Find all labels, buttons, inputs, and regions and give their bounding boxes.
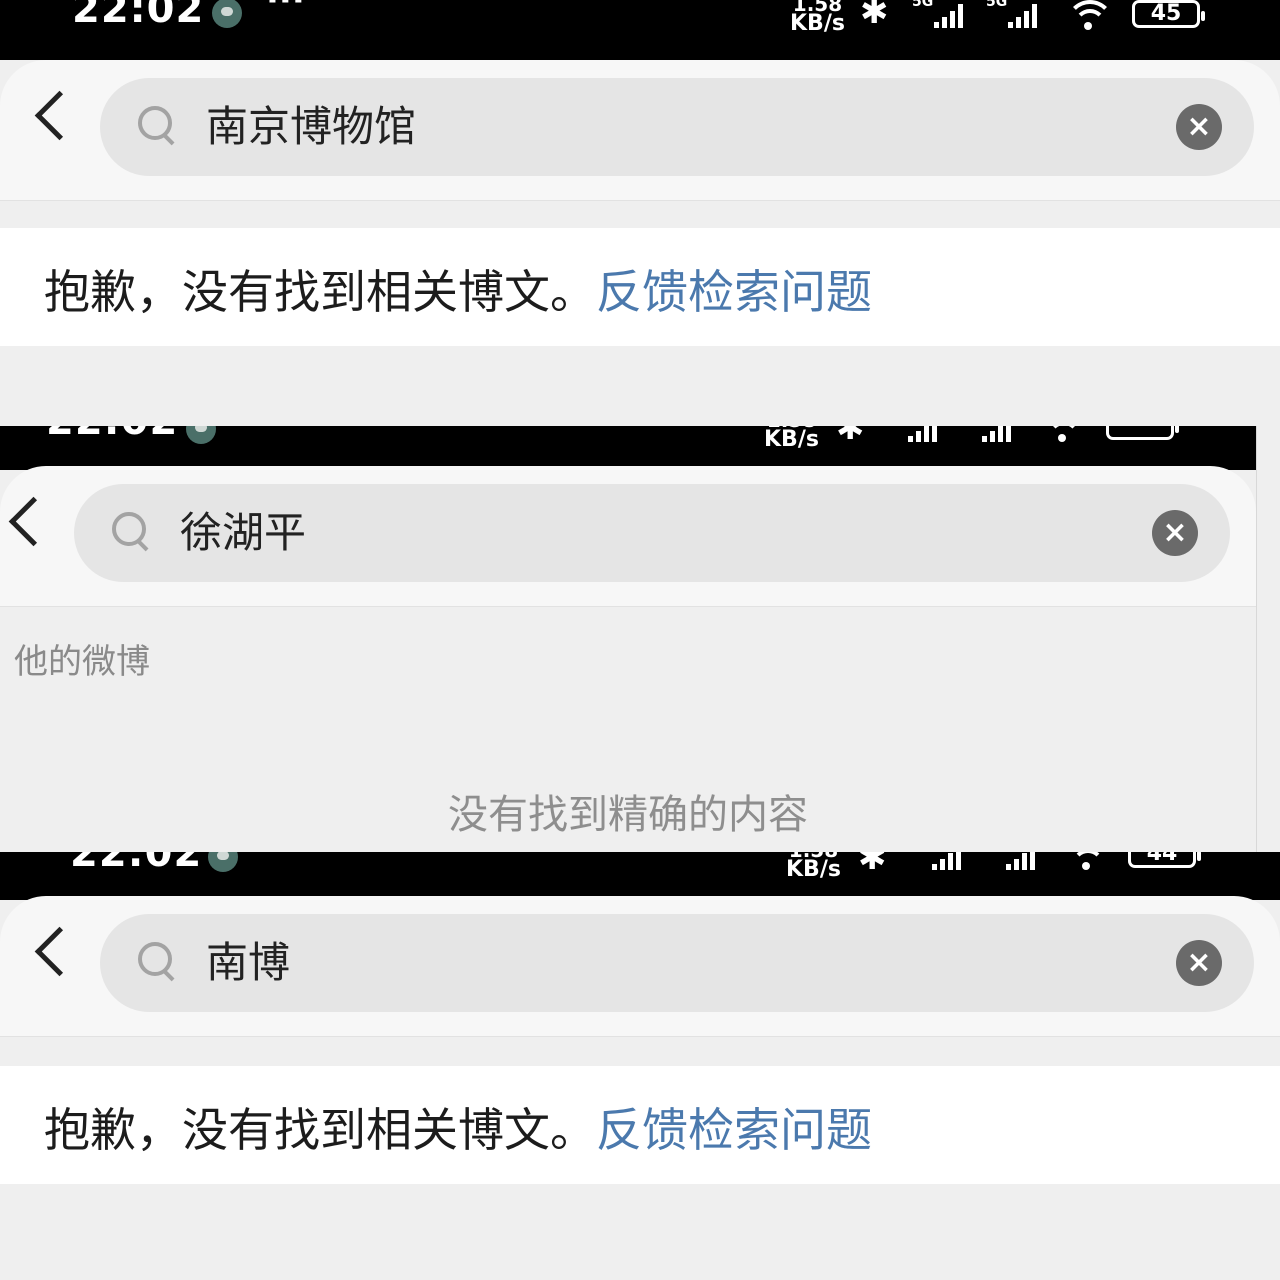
- clear-icon[interactable]: ×: [1176, 104, 1222, 150]
- search-header: 南博 ×: [0, 896, 1280, 1037]
- status-time: 22:02: [70, 852, 203, 876]
- section-label: 他的微博: [14, 642, 150, 682]
- status-bar: 22:02 1.58 KB/s ✱: [0, 426, 1256, 470]
- screenshot-panel-3: 22:02 1.58 KB/s ✱ 44 南博 × 抱歉，没有找到相关博文。反馈…: [0, 852, 1280, 1280]
- feedback-link[interactable]: 反馈检索问题: [596, 265, 872, 319]
- network-speed: 1.58 KB/s: [764, 426, 819, 452]
- chevron-left-icon[interactable]: [34, 926, 85, 977]
- no-results-text: 抱歉，没有找到相关博文。: [44, 1103, 596, 1157]
- status-time: 22:02: [72, 0, 205, 32]
- search-query[interactable]: 南京博物馆: [206, 100, 416, 154]
- signal-icon: 5G: [986, 0, 1044, 30]
- feedback-link[interactable]: 反馈检索问题: [596, 1103, 872, 1157]
- app-notification-icon: [212, 0, 242, 28]
- wifi-icon: [1064, 852, 1112, 876]
- clear-icon[interactable]: ×: [1176, 940, 1222, 986]
- search-input[interactable]: 南博 ×: [100, 914, 1254, 1012]
- empty-state-text: 没有找到精确的内容: [448, 792, 808, 838]
- battery-icon: 45: [1132, 0, 1205, 28]
- search-input[interactable]: 南京博物馆 ×: [100, 78, 1254, 176]
- wifi-icon: [1040, 426, 1088, 448]
- bluetooth-icon: ✱: [836, 426, 865, 448]
- clear-icon[interactable]: ×: [1152, 510, 1198, 556]
- network-speed: 1.58 KB/s: [786, 852, 841, 882]
- battery-icon: 44: [1128, 852, 1201, 868]
- signal-icon: [960, 426, 1018, 444]
- screenshot-panel-1: 22:02 ··· 1.58 KB/s ✱ 5G 5G 45 南京博物馆 × 抱…: [0, 0, 1280, 426]
- search-icon: [138, 942, 172, 976]
- signal-icon: 5G: [912, 0, 970, 30]
- search-query[interactable]: 南博: [206, 936, 290, 990]
- search-header: 南京博物馆 ×: [0, 60, 1280, 201]
- no-results-notice: 抱歉，没有找到相关博文。反馈检索问题: [0, 228, 1280, 346]
- search-input[interactable]: 徐湖平 ×: [74, 484, 1230, 582]
- more-notifications-icon: ···: [266, 0, 305, 20]
- bluetooth-icon: ✱: [858, 852, 887, 878]
- search-icon: [112, 512, 146, 546]
- bluetooth-icon: ✱: [860, 0, 889, 32]
- app-notification-icon: [208, 852, 238, 872]
- signal-icon: [984, 852, 1042, 872]
- status-bar: 22:02 1.58 KB/s ✱ 44: [0, 852, 1280, 900]
- no-results-notice: 抱歉，没有找到相关博文。反馈检索问题: [0, 1066, 1280, 1184]
- search-icon: [138, 106, 172, 140]
- no-results-text: 抱歉，没有找到相关博文。: [44, 265, 596, 319]
- search-header: 徐湖平 ×: [0, 466, 1256, 607]
- status-time: 22:02: [46, 426, 178, 444]
- battery-icon: [1106, 426, 1179, 440]
- signal-icon: [910, 852, 968, 872]
- network-speed: 1.58 KB/s: [790, 0, 845, 36]
- status-bar: 22:02 ··· 1.58 KB/s ✱ 5G 5G 45: [0, 0, 1280, 60]
- search-query[interactable]: 徐湖平: [180, 506, 306, 560]
- chevron-left-icon[interactable]: [34, 90, 85, 141]
- app-notification-icon: [186, 426, 216, 444]
- chevron-left-icon[interactable]: [8, 496, 59, 547]
- screenshot-panel-2: 22:02 1.58 KB/s ✱ 徐湖平 × 他的微博 没有找到精确的内容: [0, 426, 1257, 854]
- signal-icon: [886, 426, 944, 444]
- wifi-icon: [1066, 0, 1114, 36]
